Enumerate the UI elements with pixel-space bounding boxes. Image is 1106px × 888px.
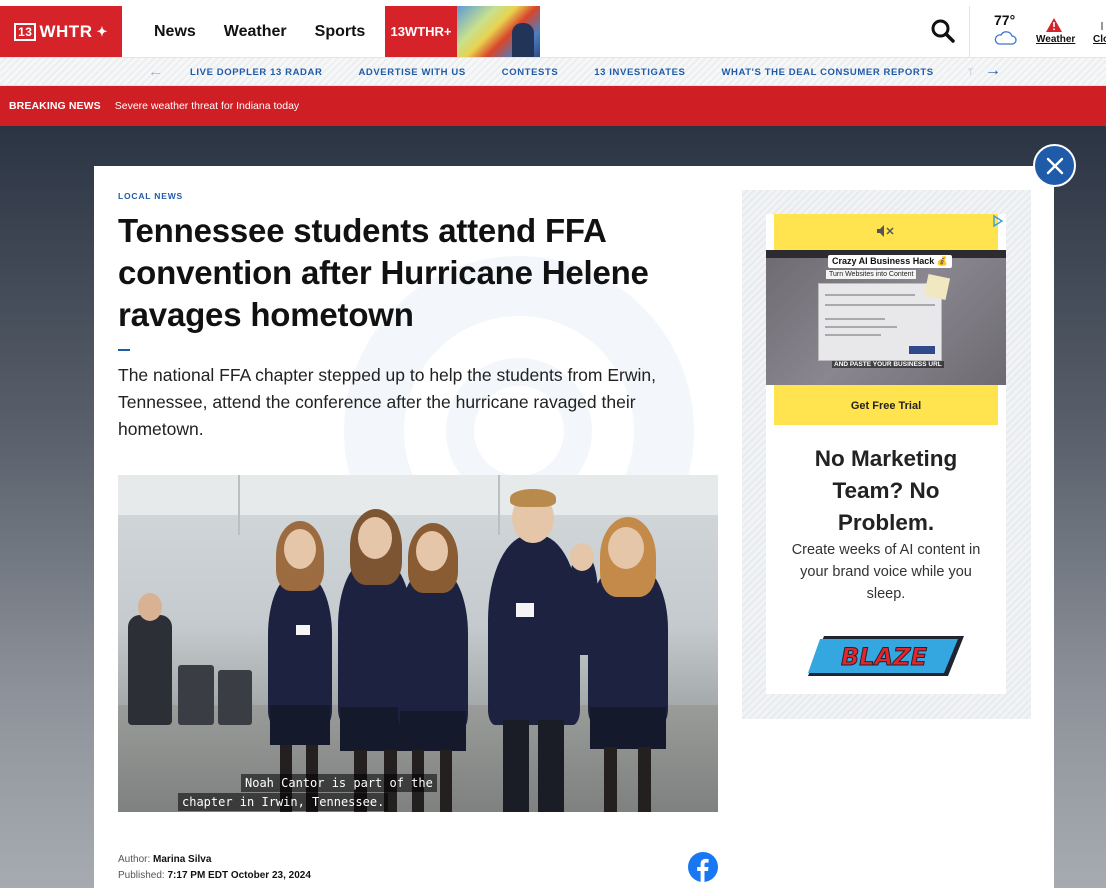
arrow-left-icon[interactable]: ←	[148, 63, 163, 80]
site-header: 13 WHTR ✦ News Weather Sports 13WTHR+ 77…	[0, 0, 1106, 58]
article-video[interactable]: Noah Cantor is part of the chapter in Ir…	[118, 475, 718, 812]
video-caption-line-2: chapter in Irwin, Tennessee.	[178, 793, 389, 811]
closings-icon	[1101, 22, 1103, 30]
ad-dialog-line	[825, 326, 897, 328]
article-dek: The national FFA chapter stepped up to h…	[118, 365, 656, 439]
author-label: Author:	[118, 854, 151, 865]
nav-sports[interactable]: Sports	[301, 23, 380, 41]
adchoices-icon[interactable]	[992, 215, 1004, 227]
section-label[interactable]: LOCAL NEWS	[118, 191, 183, 201]
radar-promo-image[interactable]	[457, 6, 540, 57]
photo-student-skirt	[590, 707, 666, 749]
facebook-share-icon[interactable]	[688, 852, 718, 882]
video-caption-line-1: Noah Cantor is part of the	[241, 774, 437, 792]
photo-chair	[218, 670, 252, 725]
subnav-13-investigates[interactable]: 13 INVESTIGATES	[594, 67, 685, 78]
site-logo[interactable]: 13 WHTR ✦	[0, 6, 122, 57]
subnav-contests[interactable]: CONTESTS	[502, 67, 559, 78]
photo-student-leg	[503, 720, 529, 812]
article-modal: LOCAL NEWS Tennessee students attend FFA…	[94, 166, 1054, 888]
photo-spectator	[128, 615, 172, 725]
photo-student-head	[358, 517, 392, 559]
display-ad[interactable]: Crazy AI Business Hack 💰 Turn Websites i…	[766, 214, 1006, 694]
blaze-logo[interactable]: BLAZE	[808, 634, 964, 678]
weather-alerts-link[interactable]: Weather	[1036, 34, 1075, 45]
photo-name-badge	[516, 603, 534, 617]
photo-student-skirt	[400, 711, 466, 751]
author-line: Author: Marina Silva	[118, 852, 311, 868]
closings-link[interactable]: Clo	[1093, 34, 1106, 45]
subnav-doppler-radar[interactable]: LIVE DOPPLER 13 RADAR	[190, 67, 322, 78]
ad-dialog-button	[909, 346, 935, 354]
arrow-right-icon[interactable]: →	[985, 62, 1001, 80]
ad-video-sticky-note	[923, 273, 951, 301]
ad-cta-button[interactable]: Get Free Trial	[774, 395, 998, 417]
photo-student-head	[608, 527, 644, 569]
breaking-news-label: BREAKING NEWS	[9, 100, 101, 112]
photo-student-leg	[440, 750, 452, 812]
photo-chair	[178, 665, 214, 725]
blaze-logo-text: BLAZE	[841, 643, 928, 671]
headline-divider	[118, 349, 130, 351]
nav-weather[interactable]: Weather	[210, 23, 301, 41]
photo-spectator-head	[138, 593, 162, 621]
close-modal-button[interactable]	[1033, 144, 1076, 187]
cloud-icon	[994, 31, 1017, 45]
temperature-readout[interactable]: 77°	[994, 12, 1015, 28]
photo-student-leg	[538, 720, 564, 812]
breaking-news-text[interactable]: Severe weather threat for Indiana today	[115, 100, 299, 112]
secondary-nav-links: LIVE DOPPLER 13 RADAR ADVERTISE WITH US …	[190, 58, 970, 86]
mute-icon[interactable]	[876, 224, 894, 238]
photo-student-hair	[510, 489, 556, 507]
ad-dialog-line	[825, 334, 881, 336]
meteorologist-figure	[512, 23, 534, 57]
ad-video-title: Crazy AI Business Hack 💰	[828, 255, 952, 268]
published-date: 7:17 PM EDT October 23, 2024	[167, 870, 311, 881]
secondary-nav: ← LIVE DOPPLER 13 RADAR ADVERTISE WITH U…	[0, 58, 1106, 86]
author-name[interactable]: Marina Silva	[153, 854, 211, 865]
close-icon	[1046, 157, 1063, 174]
search-icon[interactable]	[930, 18, 956, 44]
photo-student	[488, 535, 580, 725]
subnav-overflow-fade: T	[968, 67, 974, 77]
subnav-advertise[interactable]: ADVERTISE WITH US	[358, 67, 465, 78]
weather-alert-icon[interactable]	[1046, 18, 1062, 32]
subnav-whats-the-deal[interactable]: WHAT'S THE DEAL CONSUMER REPORTS	[721, 67, 933, 78]
breaking-news-bar[interactable]: BREAKING NEWS Severe weather threat for …	[0, 86, 1106, 126]
photo-student	[268, 575, 332, 725]
article-headline: Tennessee students attend FFA convention…	[118, 212, 649, 333]
published-label: Published:	[118, 870, 165, 881]
photo-student-leg	[638, 747, 651, 812]
photo-column	[238, 475, 240, 535]
photo-name-badge	[296, 625, 310, 635]
ad-dialog-line	[825, 318, 885, 320]
photo-student-head	[416, 531, 448, 571]
photo-student-head	[570, 543, 594, 571]
article-meta: Author: Marina Silva Published: 7:17 PM …	[118, 852, 311, 884]
ad-video-caption: AND PASTE YOUR BUSINESS URL	[832, 361, 944, 368]
ad-video-subtitle: Turn Websites into Content	[826, 270, 917, 279]
ad-dialog-line	[825, 304, 935, 306]
photo-student-skirt	[270, 705, 330, 745]
nav-news[interactable]: News	[140, 23, 210, 41]
peacock-icon: ✦	[96, 23, 108, 39]
photo-ceiling	[118, 475, 718, 515]
wthr-plus-button[interactable]: 13WTHR+	[385, 6, 457, 57]
ad-headline: No Marketing Team? No Problem.	[814, 446, 958, 535]
photo-student	[398, 570, 468, 730]
header-divider	[969, 6, 970, 57]
logo-number: 13	[14, 22, 37, 41]
photo-column	[498, 475, 500, 535]
ad-dialog-line	[825, 294, 915, 296]
logo-text: WHTR	[39, 21, 93, 41]
photo-student-leg	[604, 747, 617, 812]
ad-container: Crazy AI Business Hack 💰 Turn Websites i…	[742, 190, 1031, 719]
photo-student-head	[284, 529, 316, 569]
ad-video-player[interactable]: Crazy AI Business Hack 💰 Turn Websites i…	[766, 250, 1006, 385]
published-line: Published: 7:17 PM EDT October 23, 2024	[118, 868, 311, 884]
main-nav: News Weather Sports	[140, 6, 379, 57]
ad-subtext: Create weeks of AI content in your brand…	[791, 542, 981, 602]
